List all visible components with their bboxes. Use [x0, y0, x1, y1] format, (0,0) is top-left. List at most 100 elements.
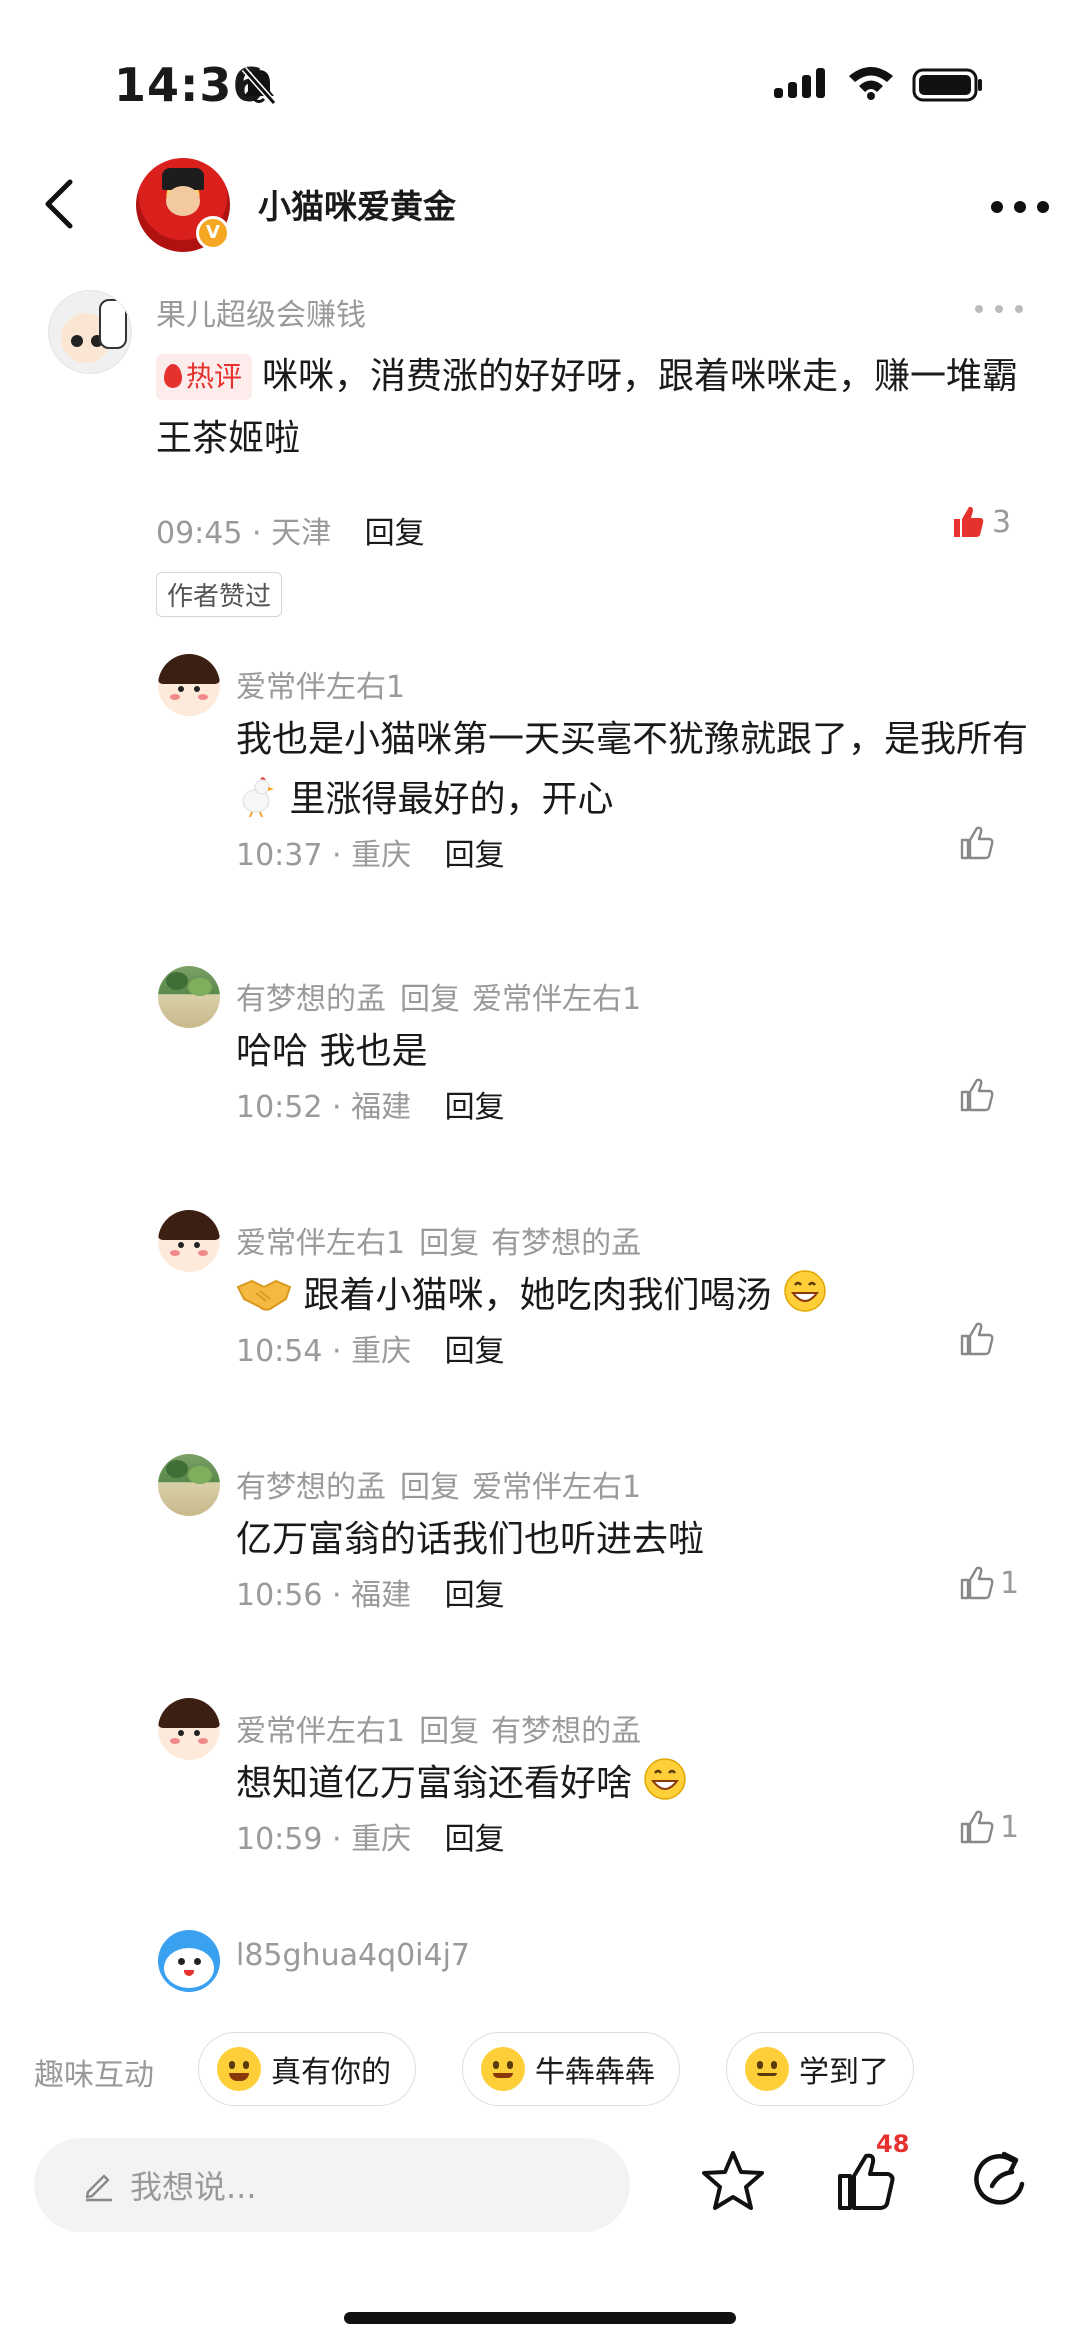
avatar[interactable]	[48, 290, 132, 374]
like-button[interactable]: 3	[950, 504, 1011, 540]
reply-item: 爱常伴左右1 回复 有梦想的孟 跟着小猫咪，她吃肉我们喝汤 10:54 · 重庆 回…	[0, 1210, 1080, 1450]
like-count: 1	[1000, 1565, 1020, 1601]
quick-reaction-chip[interactable]: 学到了	[726, 2032, 914, 2106]
comment-author[interactable]: 果儿超级会赚钱	[156, 290, 366, 334]
share-icon[interactable]	[968, 2148, 1034, 2214]
reply-author[interactable]: 爱常伴左右1	[236, 1714, 405, 1749]
thumbs-up-icon	[838, 2153, 895, 2210]
reply-to-user[interactable]: 爱常伴左右1	[472, 1470, 641, 1505]
avatar[interactable]	[158, 966, 220, 1028]
like-button[interactable]: 1	[958, 1564, 1019, 1602]
comment-location: 天津	[271, 516, 332, 551]
pencil-icon	[85, 2174, 112, 2202]
like-button[interactable]	[958, 824, 996, 862]
hot-comment-badge: 热评	[156, 354, 253, 400]
slight-smile-emoji	[745, 2047, 789, 2091]
reply-author[interactable]: 爱常伴左右1	[236, 1226, 405, 1261]
avatar[interactable]	[158, 1930, 220, 1992]
reply-text[interactable]: 亿万富翁的话我们也听进去啦	[236, 1510, 1036, 1570]
avatar[interactable]	[158, 1454, 220, 1516]
battery-icon	[912, 68, 982, 102]
reply-item: 有梦想的孟 回复 爱常伴左右1 哈哈 我也是 10:52 · 福建 回复	[0, 966, 1080, 1206]
account-name[interactable]: 小猫咪爱黄金	[258, 180, 456, 228]
verified-icon: V	[196, 216, 230, 250]
wifi-icon	[849, 67, 893, 100]
like-button[interactable]	[958, 1320, 996, 1358]
flame-icon	[164, 364, 182, 388]
reply-button[interactable]: 回复	[445, 1822, 505, 1857]
bottom-action-bar: 我想说... 48	[0, 2120, 1080, 2260]
comment-meta: 09:45 · 天津 回复	[156, 516, 425, 551]
reply-item: l85ghua4q0i4j7	[0, 1930, 1080, 2000]
thumbs-up-icon	[960, 1810, 994, 1844]
reply-to-user[interactable]: 有梦想的孟	[491, 1714, 641, 1749]
grin-emoji	[784, 1270, 826, 1312]
quick-reaction-chip[interactable]: 牛犇犇犇	[462, 2032, 680, 2106]
thumbs-up-icon	[960, 1078, 994, 1112]
reply-meta: 10:37 · 重庆 回复	[236, 838, 505, 873]
author-liked-badge: 作者赞过	[156, 572, 283, 617]
reply-author-line: l85ghua4q0i4j7	[236, 1938, 470, 1973]
reply-button[interactable]: 回复	[365, 516, 425, 551]
reply-text[interactable]: 想知道亿万富翁还看好啥	[236, 1754, 1036, 1814]
fun-interaction-label: 趣味互动	[34, 2058, 154, 2093]
like-button[interactable]: 1	[958, 1808, 1019, 1846]
quick-reaction-chip[interactable]: 真有你的	[198, 2032, 416, 2106]
avatar[interactable]	[158, 1698, 220, 1760]
comment-input-placeholder: 我想说...	[130, 2168, 257, 2206]
thumbs-up-icon	[960, 1566, 994, 1600]
thumbs-up-icon	[960, 1322, 994, 1356]
reply-button[interactable]: 回复	[445, 838, 505, 873]
reply-meta: 10:59 · 重庆 回复	[236, 1822, 505, 1857]
status-bar: 14:36	[0, 0, 1080, 150]
thumbs-up-icon	[954, 506, 984, 537]
home-indicator[interactable]	[344, 2312, 736, 2324]
reply-author-line: 有梦想的孟 回复 爱常伴左右1	[236, 1470, 642, 1505]
reply-author-line: 爱常伴左右1 回复 有梦想的孟	[236, 1226, 642, 1261]
reply-to-user[interactable]: 有梦想的孟	[491, 1226, 641, 1261]
like-button[interactable]	[958, 1076, 996, 1114]
more-options-icon[interactable]	[974, 304, 1024, 314]
reply-text[interactable]: 我也是小猫咪第一天买毫不犹豫就跟了，是我所有 里涨得最好的，开心	[236, 710, 1036, 830]
reply-to-user[interactable]: 爱常伴左右1	[472, 982, 641, 1017]
reply-author[interactable]: 有梦想的孟	[236, 982, 386, 1017]
reply-meta: 10:54 · 重庆 回复	[236, 1334, 505, 1369]
back-icon[interactable]	[40, 176, 80, 232]
signal-icon	[774, 68, 825, 98]
avatar[interactable]	[158, 654, 220, 716]
bell-off-icon	[241, 67, 277, 105]
reply-button[interactable]: 回复	[445, 1578, 505, 1613]
reply-item: 爱常伴左右1 回复 有梦想的孟 想知道亿万富翁还看好啥 10:59 · 重庆 回复 …	[0, 1698, 1080, 1938]
thumbs-up-icon	[960, 826, 994, 860]
rooster-emoji	[242, 777, 274, 817]
comment-time: 09:45	[156, 516, 243, 551]
reply-text[interactable]: 跟着小猫咪，她吃肉我们喝汤	[236, 1266, 1036, 1326]
reply-meta: 10:56 · 福建 回复	[236, 1578, 505, 1613]
laughing-emoji	[217, 2047, 261, 2091]
smile-emoji	[481, 2047, 525, 2091]
avatar[interactable]	[158, 1210, 220, 1272]
reply-meta: 10:52 · 福建 回复	[236, 1090, 505, 1125]
reply-author[interactable]: l85ghua4q0i4j7	[236, 1938, 470, 1973]
star-icon[interactable]	[700, 2148, 766, 2214]
comment-input[interactable]: 我想说...	[34, 2138, 630, 2232]
like-count: 3	[992, 504, 1012, 540]
reply-item: 爱常伴左右1 我也是小猫咪第一天买毫不犹豫就跟了，是我所有 里涨得最好的，开心 …	[0, 654, 1080, 894]
reply-button[interactable]: 回复	[445, 1334, 505, 1369]
reply-item: 有梦想的孟 回复 爱常伴左右1 亿万富翁的话我们也听进去啦 10:56 · 福建 回…	[0, 1454, 1080, 1694]
reply-author-line: 爱常伴左右1 回复 有梦想的孟	[236, 1714, 642, 1749]
reply-author[interactable]: 爱常伴左右1	[236, 670, 405, 705]
header: V 小猫咪爱黄金	[0, 150, 1080, 260]
like-count-badge: 48	[876, 2130, 910, 2158]
fun-interaction-bar: 趣味互动 真有你的 牛犇犇犇 学到了	[0, 2030, 1080, 2110]
reply-text[interactable]: 哈哈 我也是	[236, 1022, 1036, 1082]
reply-author-line: 爱常伴左右1	[236, 662, 405, 706]
grin-emoji	[644, 1758, 687, 1800]
reply-author-line: 有梦想的孟 回复 爱常伴左右1	[236, 982, 642, 1017]
like-count: 1	[1000, 1809, 1020, 1845]
reply-author[interactable]: 有梦想的孟	[236, 1470, 386, 1505]
comment-text[interactable]: 热评 咪咪，消费涨的好好呀，跟着咪咪走，赚一堆霸王茶姬啦	[156, 346, 1036, 470]
reply-button[interactable]: 回复	[445, 1090, 505, 1125]
handshake-emoji	[236, 1279, 292, 1311]
more-icon[interactable]	[990, 200, 1050, 214]
